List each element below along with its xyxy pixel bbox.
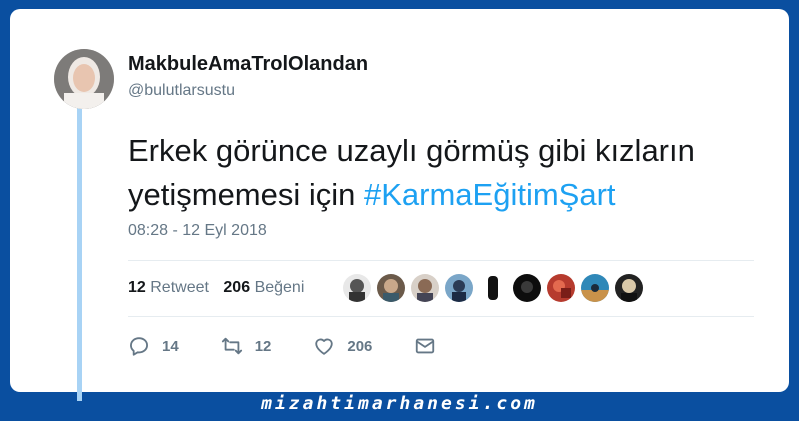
like-stat-count: 206 — [223, 279, 251, 296]
retweet-button[interactable]: 12 — [221, 335, 272, 357]
liker-avatar[interactable] — [445, 274, 473, 302]
user-handle[interactable]: @bulutlarsustu — [128, 82, 235, 100]
like-stat-label: Beğeni — [254, 279, 305, 296]
engagement-stats: 12 Retweet 206 Beğeni — [128, 279, 314, 297]
liker-avatar[interactable] — [547, 274, 575, 302]
hashtag-link[interactable]: #KarmaEğitimŞart — [364, 177, 616, 212]
tweet-timestamp[interactable]: 08:28 - 12 Eyl 2018 — [128, 222, 267, 240]
site-watermark: mizahtimarhanesi.com — [261, 393, 538, 414]
liker-avatar[interactable] — [411, 274, 439, 302]
avatar[interactable] — [54, 49, 114, 109]
reply-count: 14 — [162, 337, 179, 355]
retweet-stat-label: Retweet — [150, 279, 209, 296]
tweet-card: MakbuleAmaTrolOlandan @bulutlarsustu Erk… — [10, 9, 789, 401]
tweet-text: Erkek görünce uzaylı görmüş gibi kızları… — [128, 129, 768, 217]
retweet-stat-count: 12 — [128, 279, 146, 296]
liker-avatar[interactable] — [479, 274, 507, 302]
display-name[interactable]: MakbuleAmaTrolOlandan — [128, 53, 368, 76]
tweet-actions: 14 12 206 — [128, 335, 490, 357]
reply-icon — [130, 337, 148, 356]
liker-avatar[interactable] — [377, 274, 405, 302]
like-count: 206 — [347, 337, 373, 355]
heart-icon — [315, 338, 334, 355]
like-stat[interactable]: 206 Beğeni — [223, 279, 304, 296]
divider — [128, 260, 754, 261]
retweet-count: 12 — [254, 337, 272, 355]
liker-avatar[interactable] — [343, 274, 371, 302]
liker-avatar[interactable] — [615, 274, 643, 302]
retweet-stat[interactable]: 12 Retweet — [128, 279, 209, 296]
divider — [128, 316, 754, 317]
retweet-icon — [221, 337, 242, 355]
liker-avatars — [343, 274, 643, 302]
message-icon — [416, 338, 435, 354]
reply-button[interactable]: 14 — [128, 335, 179, 357]
liker-avatar[interactable] — [581, 274, 609, 302]
liker-avatar[interactable] — [513, 274, 541, 302]
like-button[interactable]: 206 — [313, 335, 372, 357]
direct-message-button[interactable] — [414, 335, 448, 357]
thread-line — [77, 101, 82, 401]
